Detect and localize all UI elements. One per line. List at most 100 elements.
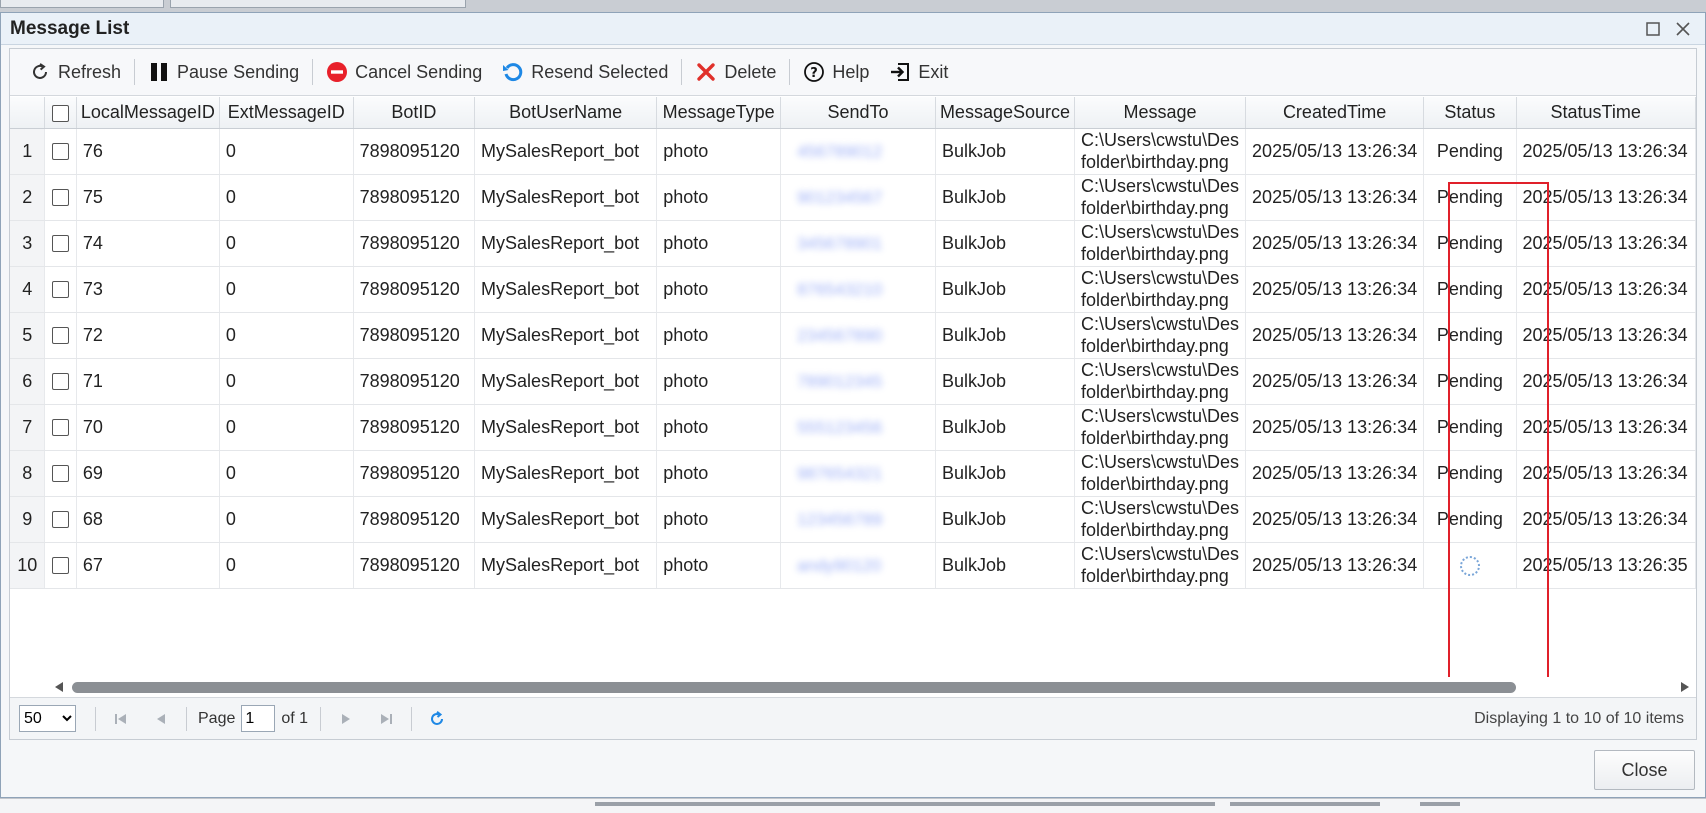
bot-username-cell: MySalesReport_bot [474,312,658,359]
local-message-id-cell: 74 [76,220,220,267]
table-row[interactable]: 2 75 0 7898095120 MySalesReport_bot photo 9012… [10,174,1696,221]
created-time-cell: 2025/05/13 13:26:34 [1245,358,1425,405]
page-number-input[interactable] [241,705,276,732]
message-cell[interactable]: C:\Users\cwstu\Des folder\birthday.png [1074,358,1247,405]
local-message-id-cell: 70 [76,404,220,451]
select-all-checkbox[interactable] [44,97,77,129]
column-header[interactable]: LocalMessageID [76,97,220,129]
exit-button[interactable]: Exit [880,55,957,89]
message-path-line: C:\Users\cwstu\Des [1081,314,1240,334]
local-message-id-cell: 67 [76,542,220,589]
background-strip [0,798,1706,813]
message-cell[interactable]: C:\Users\cwstu\Des folder\birthday.png [1074,128,1247,175]
scroll-left-icon[interactable] [52,680,66,694]
row-checkbox[interactable] [44,128,77,175]
table-row[interactable]: 1 76 0 7898095120 MySalesReport_bot photo 4567… [10,128,1696,175]
background-tab [0,0,164,8]
row-checkbox[interactable] [44,266,77,313]
row-number: 8 [10,450,46,497]
created-time-cell: 2025/05/13 13:26:34 [1245,450,1425,497]
maximize-icon[interactable] [1643,19,1663,39]
message-cell[interactable]: C:\Users\cwstu\Des folder\birthday.png [1074,404,1247,451]
scroll-right-icon[interactable] [1678,680,1692,694]
send-to-value: 345678901 [797,233,883,253]
message-cell[interactable]: C:\Users\cwstu\Des folder\birthday.png [1074,174,1247,221]
column-header[interactable]: StatusTime [1516,97,1696,129]
message-path-line: folder\birthday.png [1081,382,1229,402]
row-number: 5 [10,312,46,359]
status-time-cell: 2025/05/13 13:26:34 [1516,266,1696,313]
column-header[interactable]: BotID [353,97,476,129]
table-row[interactable]: 6 71 0 7898095120 MySalesReport_bot photo 7890… [10,358,1696,405]
message-cell[interactable]: C:\Users\cwstu\Des folder\birthday.png [1074,496,1247,543]
message-cell[interactable]: C:\Users\cwstu\Des folder\birthday.png [1074,542,1247,589]
status-time-cell: 2025/05/13 13:26:34 [1516,404,1696,451]
local-message-id-cell: 76 [76,128,220,175]
row-checkbox[interactable] [44,496,77,543]
table-row[interactable]: 8 69 0 7898095120 MySalesReport_bot photo 9876… [10,450,1696,497]
exit-icon [889,61,911,83]
close-icon[interactable] [1673,19,1693,39]
first-page-icon[interactable] [106,706,136,732]
message-grid: LocalMessageID ExtMessageID BotID BotUse… [10,97,1696,677]
table-row[interactable]: 7 70 0 7898095120 MySalesReport_bot photo 5551… [10,404,1696,451]
pause-sending-button[interactable]: Pause Sending [139,55,308,89]
table-row[interactable]: 4 73 0 7898095120 MySalesReport_bot photo 8765… [10,266,1696,313]
message-cell[interactable]: C:\Users\cwstu\Des folder\birthday.png [1074,266,1247,313]
message-source-cell: BulkJob [935,404,1076,451]
column-header[interactable]: ExtMessageID [219,97,354,129]
scrollbar-thumb[interactable] [72,682,1516,693]
row-checkbox[interactable] [44,358,77,405]
resend-selected-button[interactable]: Resend Selected [493,55,677,89]
row-checkbox[interactable] [44,542,77,589]
close-button[interactable]: Close [1594,750,1695,790]
cancel-sending-button[interactable]: Cancel Sending [317,55,491,89]
toolbar-separator [312,59,314,85]
reload-icon[interactable] [422,706,452,732]
delete-button[interactable]: Delete [686,55,785,89]
column-header[interactable]: MessageSource [935,97,1076,129]
row-checkbox[interactable] [44,404,77,451]
message-path-line: C:\Users\cwstu\Des [1081,176,1240,196]
send-to-value: 789012345 [797,371,883,391]
table-row[interactable]: 10 67 0 7898095120 MySalesReport_bot photo and… [10,542,1696,589]
message-type-cell: photo [656,266,782,313]
message-type-cell: photo [656,496,782,543]
refresh-button[interactable]: Refresh [20,55,130,89]
created-time-cell: 2025/05/13 13:26:34 [1245,266,1425,313]
column-header[interactable]: MessageType [656,97,782,129]
row-checkbox[interactable] [44,220,77,267]
table-row[interactable]: 3 74 0 7898095120 MySalesReport_bot photo 3456… [10,220,1696,267]
message-source-cell: BulkJob [935,358,1076,405]
message-source-cell: BulkJob [935,542,1076,589]
table-row[interactable]: 5 72 0 7898095120 MySalesReport_bot photo 2345… [10,312,1696,359]
column-header[interactable]: SendTo [780,97,936,129]
ext-message-id-cell: 0 [219,358,354,405]
send-to-cell: 876543210 [780,266,936,313]
column-header[interactable]: Message [1074,97,1247,129]
row-checkbox[interactable] [44,312,77,359]
horizontal-scrollbar[interactable] [10,677,1696,697]
table-row[interactable]: 9 68 0 7898095120 MySalesReport_bot photo 1234… [10,496,1696,543]
bot-username-cell: MySalesReport_bot [474,266,658,313]
send-to-cell: 345678901 [780,220,936,267]
local-message-id-cell: 72 [76,312,220,359]
column-header[interactable]: CreatedTime [1245,97,1425,129]
row-checkbox[interactable] [44,174,77,221]
message-cell[interactable]: C:\Users\cwstu\Des folder\birthday.png [1074,220,1247,267]
help-icon: ? [803,61,825,83]
prev-page-icon[interactable] [146,706,176,732]
column-header[interactable]: BotUserName [474,97,658,129]
message-cell[interactable]: C:\Users\cwstu\Des folder\birthday.png [1074,312,1247,359]
column-header[interactable]: Status [1423,97,1517,129]
last-page-icon[interactable] [371,706,401,732]
send-to-cell: 901234567 [780,174,936,221]
message-cell[interactable]: C:\Users\cwstu\Des folder\birthday.png [1074,450,1247,497]
message-path-line: folder\birthday.png [1081,474,1229,494]
pause-sending-label: Pause Sending [177,61,300,82]
row-checkbox[interactable] [44,450,77,497]
page-size-select[interactable]: 50 [19,705,76,732]
ext-message-id-cell: 0 [219,312,354,359]
help-button[interactable]: ? Help [794,55,878,89]
next-page-icon[interactable] [331,706,361,732]
